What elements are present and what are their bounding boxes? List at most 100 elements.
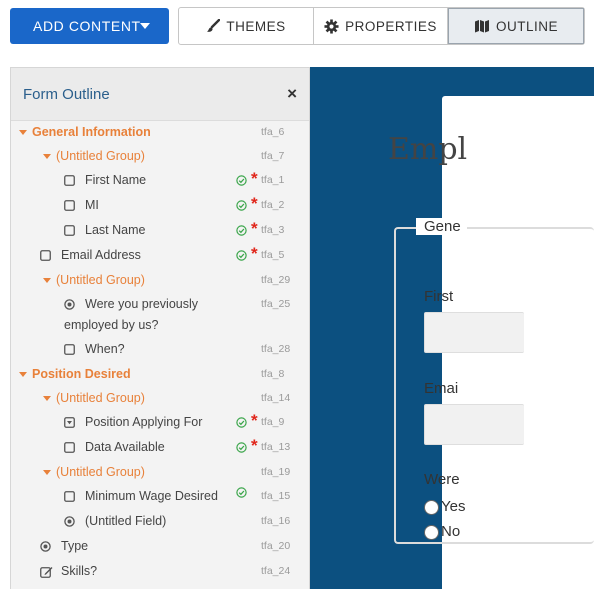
outline-item[interactable]: (Untitled Group) tfa_19	[11, 462, 309, 482]
checkbox-icon	[64, 491, 75, 502]
yes-radio[interactable]	[424, 500, 439, 515]
required-icon: *	[251, 436, 258, 455]
outline-item[interactable]: Skills? tfa_24	[11, 561, 309, 581]
map-icon	[474, 20, 489, 33]
outline-item-label: Type	[61, 539, 89, 553]
collapse-icon[interactable]	[43, 396, 51, 401]
required-icon: *	[251, 219, 258, 238]
outline-item-label-continued: employed by us?	[64, 318, 159, 332]
form-preview: Empl Gene First Emai Were Yes No	[310, 67, 594, 589]
no-radio[interactable]	[424, 525, 439, 540]
checkbox-icon	[64, 442, 75, 453]
checkbox-icon	[64, 200, 75, 211]
valid-check-icon	[236, 200, 247, 211]
outline-item[interactable]: First Name * tfa_1	[11, 169, 309, 190]
add-content-label: ADD CONTENT	[33, 18, 141, 34]
panel-header: Form Outline ×	[11, 68, 309, 121]
outline-item[interactable]: Minimum Wage Desired tfa_15	[11, 486, 309, 506]
outline-item-label: (Untitled Group)	[56, 149, 145, 163]
required-icon: *	[251, 244, 258, 263]
close-icon[interactable]: ×	[287, 85, 297, 102]
collapse-icon[interactable]	[19, 372, 27, 377]
outline-item[interactable]: Type tfa_20	[11, 536, 309, 556]
themes-button[interactable]: THEMES	[179, 8, 314, 44]
field-id: tfa_6	[261, 126, 285, 138]
collapse-icon[interactable]	[43, 278, 51, 283]
outline-item[interactable]: When? tfa_28	[11, 339, 309, 359]
required-icon: *	[251, 194, 258, 213]
required-icon: *	[251, 411, 258, 430]
radio-icon	[64, 516, 75, 527]
field-id: tfa_24	[261, 565, 291, 577]
properties-label: PROPERTIES	[345, 18, 437, 34]
email-label: Emai	[424, 380, 459, 397]
field-id: tfa_28	[261, 343, 291, 355]
field-id: tfa_7	[261, 150, 285, 162]
view-toggle-group: THEMES PROPERTIES OUTLINE	[178, 7, 585, 45]
outline-item[interactable]: MI * tfa_2	[11, 194, 309, 215]
outline-button[interactable]: OUTLINE	[448, 8, 584, 44]
field-id: tfa_13	[261, 441, 291, 453]
outline-item[interactable]: Position Desired tfa_8	[11, 364, 309, 384]
field-id: tfa_8	[261, 368, 285, 380]
yes-radio-label: Yes	[441, 498, 466, 515]
caret-down-icon	[140, 23, 150, 29]
outline-item-label: Position Desired	[32, 367, 131, 381]
field-id: tfa_5	[261, 249, 285, 261]
checkbox-icon	[64, 344, 75, 355]
outline-item-label: Minimum Wage Desired	[85, 489, 218, 503]
outline-item[interactable]: (Untitled Field) tfa_16	[11, 511, 309, 531]
panel-title: Form Outline	[23, 86, 110, 103]
outline-item-label: Were you previously	[85, 297, 199, 311]
outline-item-label: Data Available	[85, 440, 165, 454]
first-name-label: First	[424, 288, 454, 305]
valid-check-icon	[236, 225, 247, 236]
outline-item-label: (Untitled Field)	[85, 514, 167, 528]
outline-item-label: (Untitled Group)	[56, 465, 145, 479]
outline-item-label: First Name	[85, 173, 147, 187]
outline-item-label: General Information	[32, 125, 151, 139]
field-id: tfa_15	[261, 490, 291, 502]
outline-item[interactable]: (Untitled Group) tfa_7	[11, 146, 309, 166]
edit-icon	[40, 567, 53, 578]
checkbox-icon	[64, 175, 75, 186]
gear-icon	[324, 18, 339, 34]
no-radio-label: No	[441, 523, 461, 540]
add-content-button[interactable]: ADD CONTENT	[10, 8, 169, 44]
collapse-icon[interactable]	[43, 470, 51, 475]
field-id: tfa_3	[261, 224, 285, 236]
valid-check-icon	[236, 175, 247, 186]
field-id: tfa_20	[261, 540, 291, 552]
brush-icon	[207, 19, 221, 32]
form-outline-panel: Form Outline × General Information tfa_6…	[10, 67, 310, 589]
outline-item-label: Email Address	[61, 248, 141, 262]
outline-item[interactable]: Were you previously employed by us? tfa_…	[11, 294, 309, 338]
outline-item[interactable]: Position Applying For * tfa_9	[11, 411, 309, 432]
first-name-input[interactable]	[424, 312, 524, 353]
form-title: Empl	[388, 132, 468, 167]
valid-check-icon	[236, 487, 247, 498]
outline-item[interactable]: (Untitled Group) tfa_29	[11, 270, 309, 290]
valid-check-icon	[236, 250, 247, 261]
outline-item[interactable]: General Information tfa_6	[11, 122, 309, 142]
radio-icon	[40, 541, 51, 552]
field-id: tfa_29	[261, 274, 291, 286]
fieldset-legend: Gene	[416, 218, 467, 235]
field-id: tfa_2	[261, 199, 285, 211]
outline-item[interactable]: Data Available * tfa_13	[11, 436, 309, 457]
field-id: tfa_16	[261, 515, 291, 527]
properties-button[interactable]: PROPERTIES	[314, 8, 448, 44]
valid-check-icon	[236, 442, 247, 453]
collapse-icon[interactable]	[43, 154, 51, 159]
select-icon	[64, 417, 75, 428]
collapse-icon[interactable]	[19, 130, 27, 135]
outline-item[interactable]: Last Name * tfa_3	[11, 219, 309, 240]
field-id: tfa_25	[261, 298, 291, 310]
outline-item-label: (Untitled Group)	[56, 391, 145, 405]
outline-item-label: Skills?	[61, 564, 98, 578]
field-id: tfa_14	[261, 392, 291, 404]
outline-item-label: Position Applying For	[85, 415, 203, 429]
outline-item[interactable]: Email Address * tfa_5	[11, 244, 309, 265]
outline-item[interactable]: (Untitled Group) tfa_14	[11, 388, 309, 408]
email-input[interactable]	[424, 404, 524, 445]
